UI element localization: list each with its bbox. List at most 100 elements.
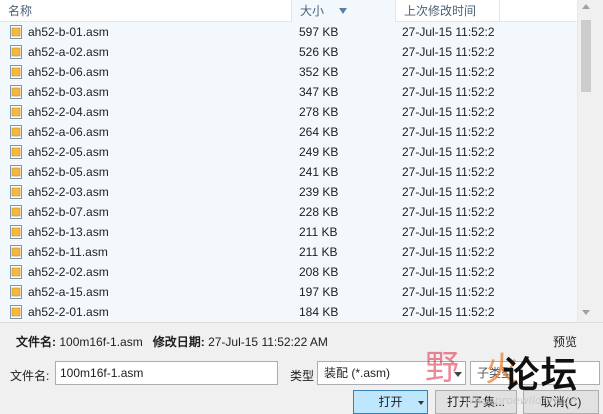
info-filename-label: 文件名:: [16, 335, 56, 349]
file-date: 27-Jul-15 11:52:2: [402, 265, 495, 279]
chevron-down-icon[interactable]: [454, 372, 462, 377]
file-row[interactable]: ah52-b-01.asm 597 KB 27-Jul-15 11:52:2: [0, 22, 577, 42]
open-subset-button[interactable]: 打开子集...: [435, 390, 517, 414]
info-modified-value: 27-Jul-15 11:52:22 AM: [208, 335, 328, 349]
assembly-file-icon: [10, 25, 22, 39]
file-size: 211 KB: [299, 245, 338, 259]
file-row[interactable]: ah52-2-05.asm 249 KB 27-Jul-15 11:52:2: [0, 142, 577, 162]
file-row[interactable]: ah52-b-05.asm 241 KB 27-Jul-15 11:52:2: [0, 162, 577, 182]
assembly-file-icon: [10, 265, 22, 279]
file-name: ah52-2-02.asm: [28, 265, 109, 279]
file-row[interactable]: ah52-b-07.asm 228 KB 27-Jul-15 11:52:2: [0, 202, 577, 222]
file-name: ah52-b-03.asm: [28, 85, 109, 99]
file-row[interactable]: ah52-a-02.asm 526 KB 27-Jul-15 11:52:2: [0, 42, 577, 62]
subtype-select[interactable]: 子类型: [470, 361, 600, 385]
scroll-down-icon[interactable]: [582, 310, 590, 315]
filename-input[interactable]: 100m16f-1.asm: [55, 361, 278, 385]
column-header-name[interactable]: 名称: [0, 0, 292, 22]
file-size: 352 KB: [299, 65, 339, 79]
file-date: 27-Jul-15 11:52:2: [402, 245, 495, 259]
file-name: ah52-b-11.asm: [28, 245, 108, 259]
file-row[interactable]: ah52-b-03.asm 347 KB 27-Jul-15 11:52:2: [0, 82, 577, 102]
assembly-file-icon: [10, 305, 22, 319]
assembly-file-icon: [10, 225, 22, 239]
file-size: 208 KB: [299, 265, 339, 279]
file-row[interactable]: ah52-b-13.asm 211 KB 27-Jul-15 11:52:2: [0, 222, 577, 242]
scroll-up-icon[interactable]: [582, 4, 590, 9]
file-name: ah52-2-04.asm: [28, 105, 109, 119]
file-name: ah52-b-05.asm: [28, 165, 109, 179]
list-header: 名称 大小 上次修改时间: [0, 0, 577, 22]
cancel-button[interactable]: 取消(C): [523, 390, 599, 414]
file-size: 239 KB: [299, 185, 339, 199]
file-name: ah52-2-01.asm: [28, 305, 109, 319]
file-row[interactable]: ah52-2-03.asm 239 KB 27-Jul-15 11:52:2: [0, 182, 577, 202]
open-menu-arrow-icon[interactable]: [418, 401, 424, 405]
file-rows: ah52-b-01.asm 597 KB 27-Jul-15 11:52:2 ah52…: [0, 22, 577, 322]
file-name: ah52-b-13.asm: [28, 225, 109, 239]
sort-descending-icon: [339, 8, 347, 14]
preview-toggle[interactable]: 预览: [553, 333, 577, 350]
file-date: 27-Jul-15 11:52:2: [402, 165, 495, 179]
assembly-file-icon: [10, 245, 22, 259]
type-select[interactable]: 装配 (*.asm): [317, 361, 466, 385]
file-date: 27-Jul-15 11:52:2: [402, 145, 495, 159]
file-name: ah52-b-06.asm: [28, 65, 109, 79]
file-date: 27-Jul-15 11:52:2: [402, 65, 495, 79]
file-size: 249 KB: [299, 145, 339, 159]
file-info-bar: 文件名: 100m16f-1.asm 修改日期: 27-Jul-15 11:52…: [0, 322, 603, 355]
info-filename-value: 100m16f-1.asm: [59, 335, 143, 349]
file-name: ah52-a-06.asm: [28, 125, 109, 139]
dialog-footer: 文件名: 100m16f-1.asm 类型 装配 (*.asm) 子类型 打开 …: [0, 355, 603, 414]
file-name: ah52-b-01.asm: [28, 25, 109, 39]
file-date: 27-Jul-15 11:52:2: [402, 205, 495, 219]
assembly-file-icon: [10, 105, 22, 119]
assembly-file-icon: [10, 45, 22, 59]
file-row[interactable]: ah52-a-15.asm 197 KB 27-Jul-15 11:52:2: [0, 282, 577, 302]
file-row[interactable]: ah52-2-01.asm 184 KB 27-Jul-15 11:52:2: [0, 302, 577, 322]
file-date: 27-Jul-15 11:52:2: [402, 125, 495, 139]
file-date: 27-Jul-15 11:52:2: [402, 85, 495, 99]
open-button[interactable]: 打开: [353, 390, 428, 414]
file-name: ah52-a-02.asm: [28, 45, 109, 59]
file-size: 264 KB: [299, 125, 339, 139]
file-row[interactable]: ah52-2-02.asm 208 KB 27-Jul-15 11:52:2: [0, 262, 577, 282]
assembly-file-icon: [10, 185, 22, 199]
file-size: 211 KB: [299, 225, 338, 239]
file-info-line: 文件名: 100m16f-1.asm 修改日期: 27-Jul-15 11:52…: [16, 333, 328, 350]
file-row[interactable]: ah52-b-06.asm 352 KB 27-Jul-15 11:52:2: [0, 62, 577, 82]
file-list: 名称 大小 上次修改时间 ah52-b-01.asm 597 KB 27-Jul-1…: [0, 0, 603, 322]
file-date: 27-Jul-15 11:52:2: [402, 185, 495, 199]
assembly-file-icon: [10, 145, 22, 159]
column-header-date[interactable]: 上次修改时间: [396, 0, 500, 22]
file-date: 27-Jul-15 11:52:2: [402, 45, 495, 59]
file-name: ah52-b-07.asm: [28, 205, 109, 219]
file-size: 228 KB: [299, 205, 339, 219]
file-size: 526 KB: [299, 45, 339, 59]
file-name: ah52-2-05.asm: [28, 145, 109, 159]
assembly-file-icon: [10, 85, 22, 99]
file-row[interactable]: ah52-b-11.asm 211 KB 27-Jul-15 11:52:2: [0, 242, 577, 262]
file-name: ah52-2-03.asm: [28, 185, 109, 199]
assembly-file-icon: [10, 205, 22, 219]
assembly-file-icon: [10, 285, 22, 299]
info-modified-label: 修改日期:: [152, 335, 205, 349]
assembly-file-icon: [10, 165, 22, 179]
assembly-file-icon: [10, 125, 22, 139]
file-size: 197 KB: [299, 285, 339, 299]
file-size: 241 KB: [299, 165, 339, 179]
vertical-scrollbar[interactable]: [577, 0, 594, 322]
file-date: 27-Jul-15 11:52:2: [402, 105, 495, 119]
file-date: 27-Jul-15 11:52:2: [402, 25, 495, 39]
file-date: 27-Jul-15 11:52:2: [402, 225, 495, 239]
file-size: 184 KB: [299, 305, 339, 319]
file-row[interactable]: ah52-2-04.asm 278 KB 27-Jul-15 11:52:2: [0, 102, 577, 122]
window-edge: [594, 0, 603, 322]
assembly-file-icon: [10, 65, 22, 79]
file-date: 27-Jul-15 11:52:2: [402, 305, 495, 319]
file-name: ah52-a-15.asm: [28, 285, 109, 299]
file-row[interactable]: ah52-a-06.asm 264 KB 27-Jul-15 11:52:2: [0, 122, 577, 142]
type-label: 类型: [290, 369, 315, 383]
scroll-thumb[interactable]: [581, 20, 591, 92]
file-size: 278 KB: [299, 105, 339, 119]
